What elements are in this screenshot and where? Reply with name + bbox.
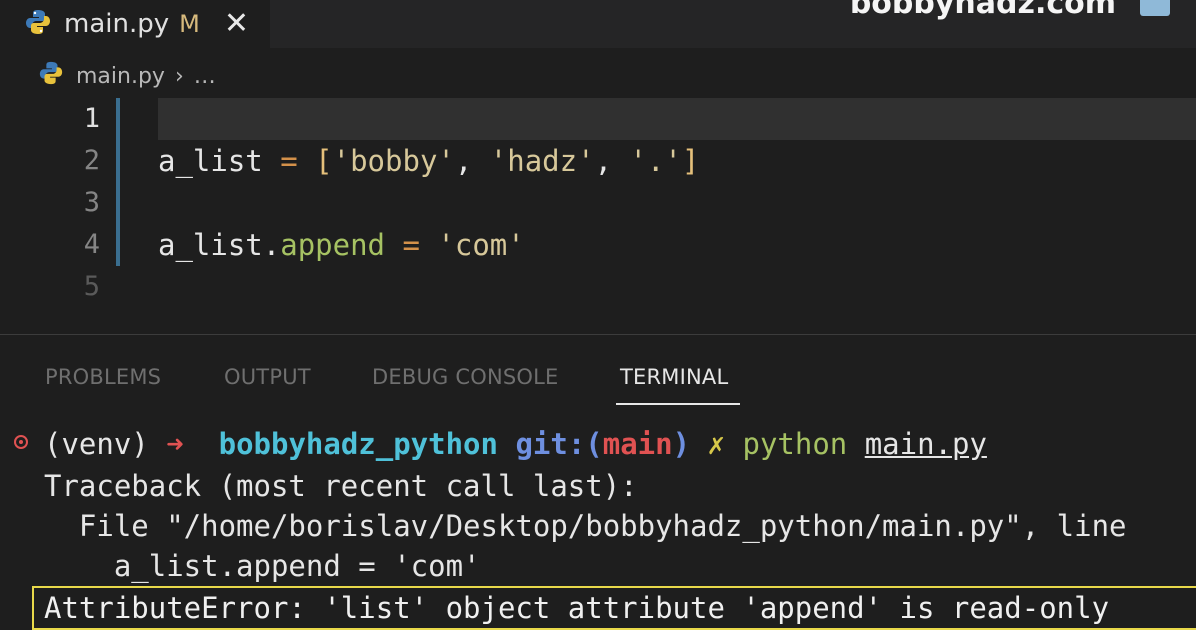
code-line[interactable]: 2 a_list = ['bobby', 'hadz', '.'] [0, 140, 1196, 182]
current-line-highlight [158, 98, 1196, 140]
traceback-code-line: a_list.append = 'com' [44, 549, 481, 583]
error-message: AttributeError: 'list' object attribute … [44, 591, 1110, 625]
modified-indicator: M [179, 10, 200, 38]
code-text: a_list.append = 'com' [158, 228, 525, 262]
code-line[interactable]: 5 [0, 266, 1196, 308]
breadcrumb: main.py › … [38, 58, 216, 94]
code-line[interactable]: 1 [0, 98, 1196, 140]
panel-tabs: PROBLEMS OUTPUT DEBUG CONSOLE TERMINAL [0, 355, 1196, 405]
tab-debug-console[interactable]: DEBUG CONSOLE [372, 365, 559, 389]
breadcrumb-more[interactable]: … [194, 64, 216, 89]
code-editor[interactable]: 1 2 a_list = ['bobby', 'hadz', '.'] 3 4 … [0, 98, 1196, 328]
traceback-header: Traceback (most recent call last): [44, 469, 638, 503]
line-number: 4 [83, 229, 100, 260]
python-icon [24, 8, 52, 40]
panel-divider [0, 334, 1196, 335]
close-icon[interactable]: ✕ [224, 9, 249, 39]
active-tab-indicator [616, 403, 740, 405]
line-number: 1 [83, 103, 100, 134]
tab-terminal[interactable]: TERMINAL [620, 365, 728, 389]
error-circle-icon [14, 435, 28, 449]
traceback-file-line: File "/home/borislav/Desktop/bobbyhadz_p… [44, 509, 1127, 543]
code-text: a_list = ['bobby', 'hadz', '.'] [158, 144, 700, 178]
line-number: 5 [83, 271, 100, 302]
line-number: 3 [83, 187, 100, 218]
code-line[interactable]: 3 [0, 182, 1196, 224]
watermark-logo-icon [1140, 0, 1170, 16]
chevron-right-icon: › [174, 63, 184, 89]
editor-tab-main-py[interactable]: main.py M ✕ [0, 0, 270, 48]
code-line[interactable]: 4 a_list.append = 'com' [0, 224, 1196, 266]
tab-problems[interactable]: PROBLEMS [45, 365, 161, 389]
terminal-prompt-line: (venv) ➜ bobbyhadz_python git:(main) ✗ p… [44, 427, 987, 461]
tab-output[interactable]: OUTPUT [224, 365, 311, 389]
breadcrumb-file[interactable]: main.py [76, 64, 165, 89]
python-icon [38, 60, 64, 92]
tab-bar: main.py M ✕ bobbyhadz.com [0, 0, 1196, 48]
watermark: bobbyhadz.com [849, 0, 1116, 21]
tab-filename: main.py [64, 9, 170, 39]
line-number: 2 [83, 145, 100, 176]
